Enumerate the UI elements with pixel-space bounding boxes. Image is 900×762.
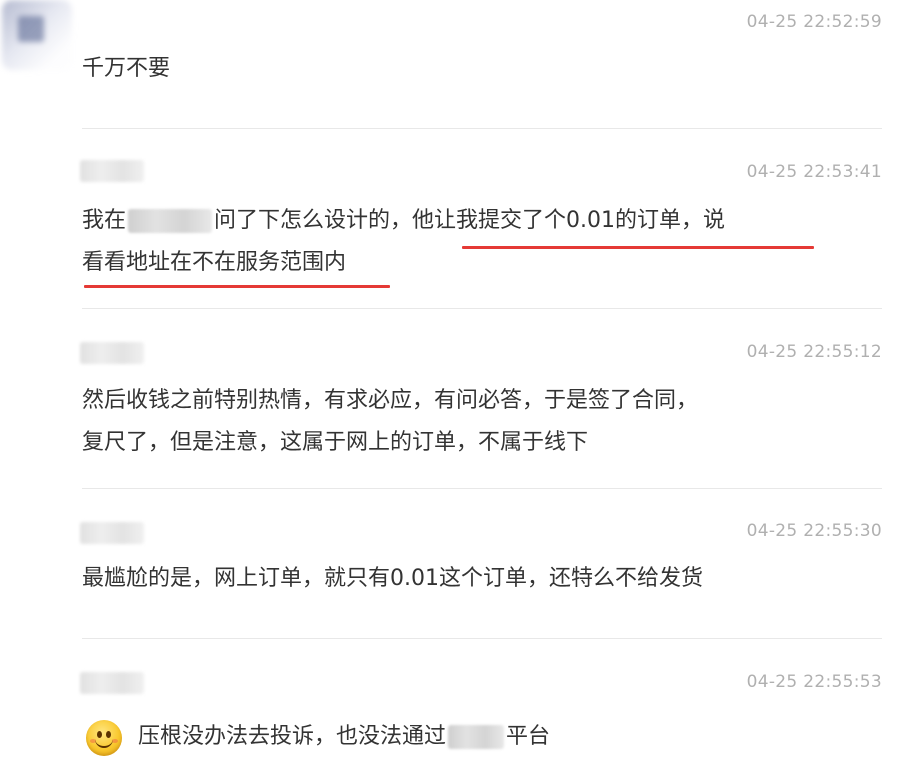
redacted-text bbox=[448, 725, 505, 749]
divider bbox=[82, 488, 882, 489]
comment-text: 千万不要 bbox=[82, 56, 171, 81]
highlight-underline bbox=[84, 285, 390, 288]
comment-text-line: 然后收钱之前特别热情，有求必应，有问必答，于是签了合同， bbox=[82, 388, 699, 413]
username-blurred[interactable] bbox=[80, 672, 144, 694]
divider bbox=[82, 638, 882, 639]
comment-timestamp: 04-25 22:52:59 bbox=[746, 12, 882, 32]
username-blurred[interactable] bbox=[80, 342, 144, 364]
emoji-mouth bbox=[95, 737, 113, 748]
avatar-blurred[interactable] bbox=[2, 0, 72, 70]
comment-text-segment: 问了下怎么设计的，他让我提交了个0.01的订单，说 bbox=[214, 208, 726, 233]
comment-timestamp: 04-25 22:55:30 bbox=[746, 521, 882, 541]
redacted-text bbox=[128, 209, 213, 233]
comment-text-segment: 压根没办法去投诉，也没法通过 bbox=[138, 724, 447, 749]
divider bbox=[82, 128, 882, 129]
comment-text: 然后收钱之前特别热情，有求必应，有问必答，于是签了合同， 复尺了，但是注意，这属… bbox=[82, 380, 842, 464]
comment-timestamp: 04-25 22:53:41 bbox=[746, 162, 882, 182]
highlight-underline bbox=[462, 246, 814, 249]
comment-text-segment: 我在 bbox=[82, 208, 127, 233]
comment-text-segment: 平台 bbox=[506, 724, 551, 749]
comment-text: 压根没办法去投诉，也没法通过 平台 bbox=[138, 716, 898, 758]
comment-text-line: 我在 问了下怎么设计的，他让我提交了个0.01的订单，说 bbox=[82, 200, 842, 242]
comment-text: 最尴尬的是，网上订单，就只有0.01这个订单，还特么不给发货 bbox=[82, 566, 703, 591]
username-blurred[interactable] bbox=[80, 522, 144, 544]
comment-timestamp: 04-25 22:55:12 bbox=[746, 342, 882, 362]
username-blurred[interactable] bbox=[80, 160, 144, 182]
comment-text-line: 复尺了，但是注意，这属于网上的订单，不属于线下 bbox=[82, 430, 589, 455]
comment-list: 04-25 22:52:59 千万不要 04-25 22:53:41 我在 问了下… bbox=[0, 0, 900, 762]
comment-timestamp: 04-25 22:55:53 bbox=[746, 672, 882, 692]
comment-text: 我在 问了下怎么设计的，他让我提交了个0.01的订单，说 看看地址在不在服务范围内 bbox=[82, 200, 842, 284]
divider bbox=[82, 308, 882, 309]
smiley-emoji-icon bbox=[86, 720, 122, 756]
